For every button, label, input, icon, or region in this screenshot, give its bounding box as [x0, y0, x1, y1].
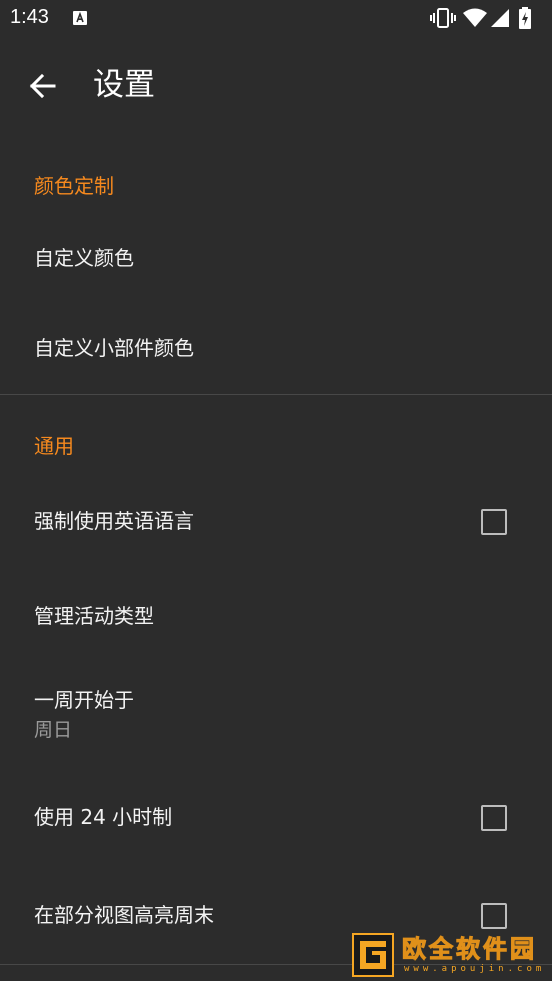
- arrow-back-icon[interactable]: [24, 68, 60, 104]
- section-header-color: 颜色定制: [34, 174, 114, 198]
- watermark-url: www.apoujin.com: [404, 964, 546, 974]
- page-title: 设置: [93, 67, 155, 103]
- pref-custom-widget-colors[interactable]: 自定义小部件颜色: [34, 334, 194, 362]
- pref-week-start-summary: 周日: [34, 719, 73, 741]
- app-bar: 设置: [0, 38, 552, 134]
- pref-24-hour[interactable]: 使用 24 小时制: [34, 803, 172, 831]
- pref-custom-colors[interactable]: 自定义颜色: [34, 244, 134, 272]
- notification-a-icon: [73, 11, 87, 25]
- vibrate-icon: [430, 8, 456, 28]
- watermark-logo-icon: [352, 933, 394, 977]
- pref-force-english[interactable]: 强制使用英语语言: [34, 507, 194, 535]
- battery-charging-icon: [519, 7, 531, 29]
- watermark-text: 欧全软件园: [402, 935, 537, 964]
- pref-manage-event-types[interactable]: 管理活动类型: [34, 602, 154, 630]
- pref-highlight-weekends[interactable]: 在部分视图高亮周末: [34, 901, 214, 929]
- section-header-general: 通用: [34, 434, 74, 458]
- status-bar: 1:43: [0, 0, 552, 38]
- cell-signal-icon: [491, 9, 509, 27]
- divider: [0, 394, 552, 395]
- status-time: 1:43: [10, 6, 49, 28]
- wifi-icon: [463, 8, 487, 27]
- checkbox-24-hour[interactable]: [481, 805, 507, 831]
- pref-week-start[interactable]: 一周开始于: [34, 686, 134, 714]
- checkbox-force-english[interactable]: [481, 509, 507, 535]
- checkbox-highlight-weekends[interactable]: [481, 903, 507, 929]
- watermark: 欧全软件园 www.apoujin.com: [352, 933, 548, 977]
